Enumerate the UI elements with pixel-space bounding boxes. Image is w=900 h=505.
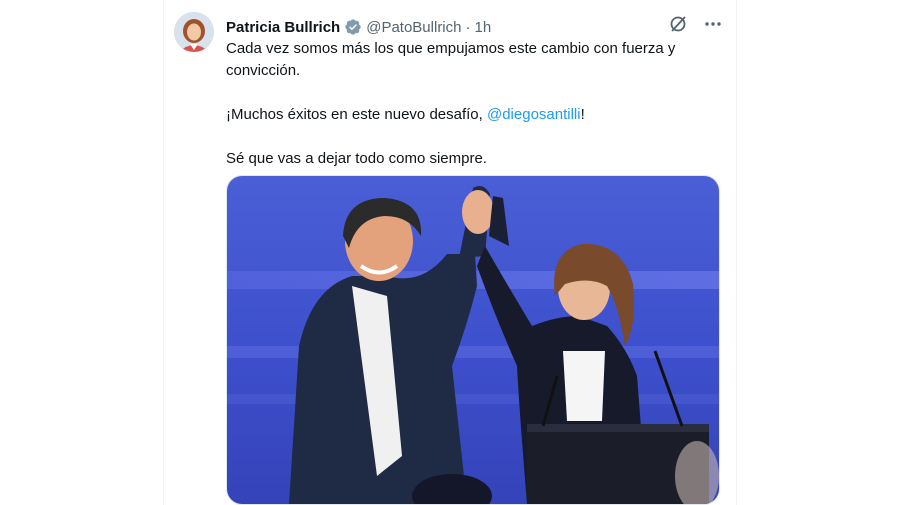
avatar[interactable] xyxy=(174,12,214,52)
tweet-text-paragraph-2: ¡Muchos éxitos en este nuevo desafío, @d… xyxy=(226,104,726,126)
tweet-timestamp[interactable]: 1h xyxy=(475,19,492,36)
author-handle[interactable]: @PatoBullrich xyxy=(366,19,461,36)
tweet-text-prefix: ¡Muchos éxitos en este nuevo desafío, xyxy=(226,106,487,123)
author-name[interactable]: Patricia Bullrich xyxy=(226,19,340,36)
grok-icon[interactable] xyxy=(668,14,688,34)
timeline-border-left xyxy=(163,0,164,505)
timeline-border-right xyxy=(736,0,737,505)
verified-badge-icon xyxy=(344,18,362,36)
tweet-photo[interactable] xyxy=(226,175,720,505)
separator-dot: · xyxy=(465,18,471,36)
tweet-page: Patricia Bullrich @PatoBullrich · 1h Cad… xyxy=(0,0,900,505)
mention-link[interactable]: @diegosantilli xyxy=(487,106,581,123)
tweet-actions xyxy=(668,14,724,34)
tweet-text-paragraph-3: Sé que vas a dejar todo como siempre. xyxy=(226,150,487,167)
tweet-text-paragraph-1: Cada vez somos más los que empujamos est… xyxy=(226,40,676,79)
tweet-text-suffix: ! xyxy=(580,106,585,123)
tweet-header: Patricia Bullrich @PatoBullrich · 1h xyxy=(226,17,491,37)
more-icon[interactable] xyxy=(702,14,724,34)
tweet-text: Cada vez somos más los que empujamos est… xyxy=(226,38,726,170)
